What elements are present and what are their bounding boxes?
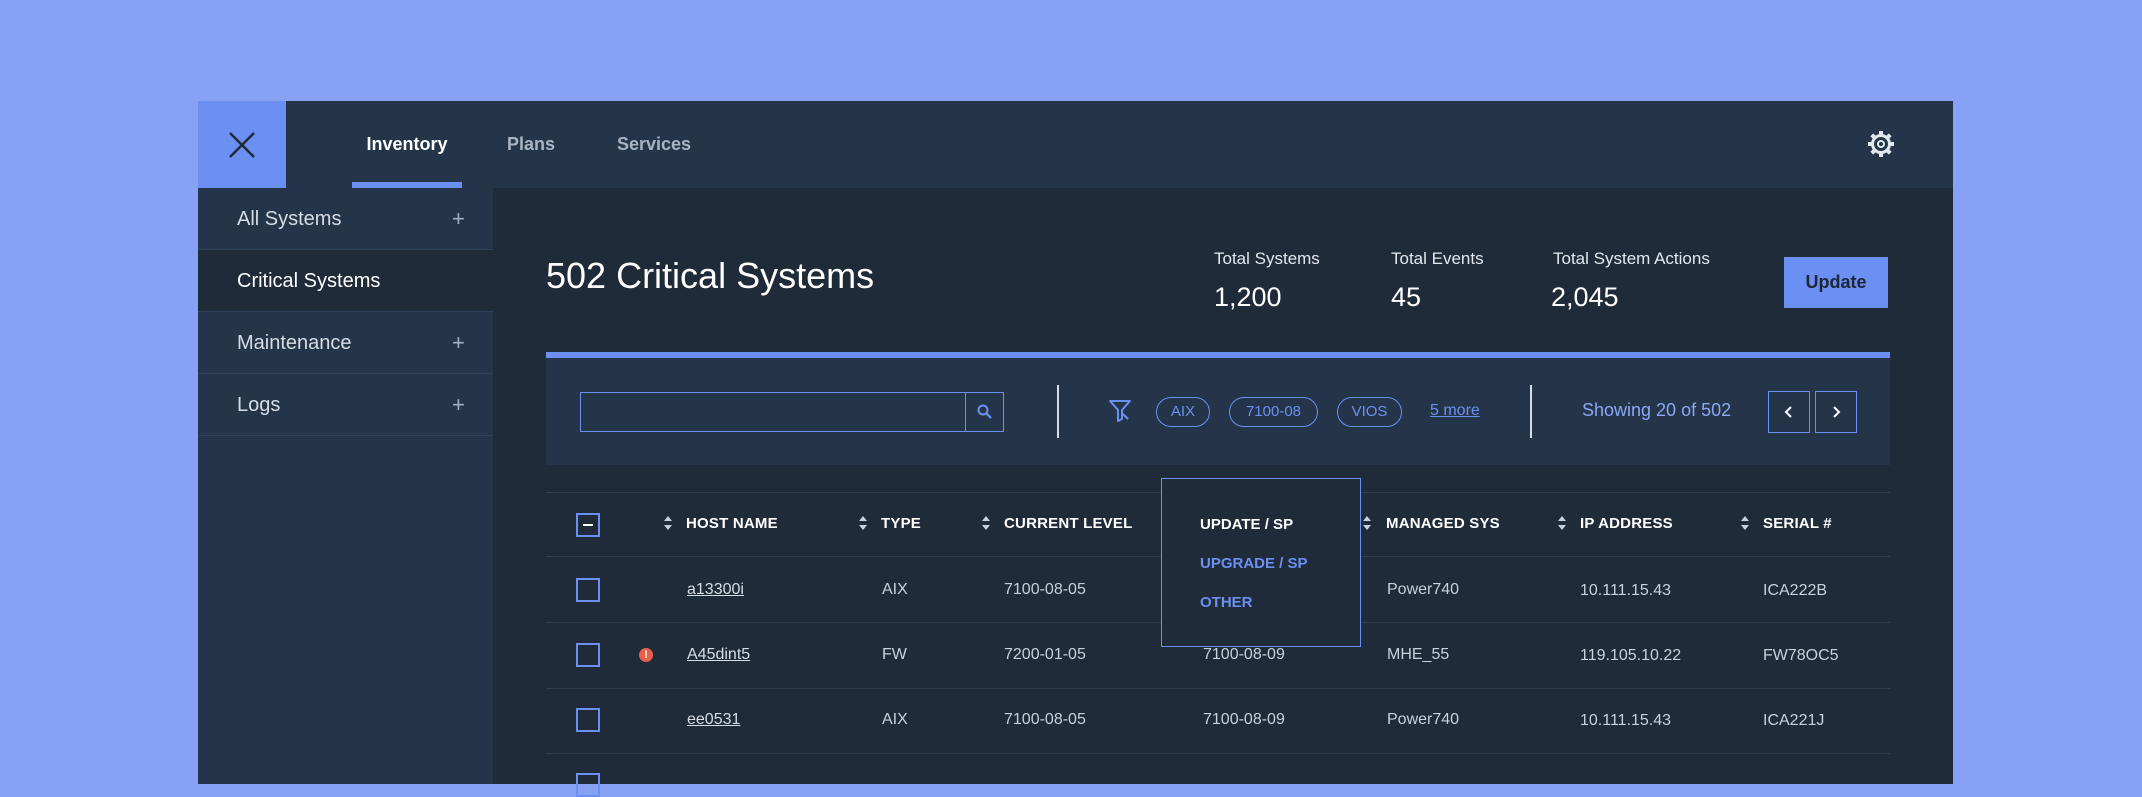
row-checkbox[interactable] [576, 708, 600, 732]
sidebar-item-maintenance[interactable]: Maintenance + [198, 312, 493, 374]
dropdown-item-other[interactable]: OTHER [1200, 594, 1253, 611]
type-cell: FW [882, 646, 907, 663]
close-icon [229, 131, 255, 158]
minus-icon [583, 524, 593, 526]
host-name-link[interactable]: a13300i [687, 581, 744, 599]
sidebar-item-label: All Systems [237, 208, 342, 230]
update-level-cell: 7100-08-09 [1203, 646, 1285, 663]
serial-cell: FW78OC5 [1763, 647, 1839, 664]
top-bar: Inventory Plans Services [198, 101, 1953, 188]
close-button[interactable] [198, 101, 286, 188]
sort-icon[interactable] [663, 514, 673, 532]
search-input[interactable] [580, 392, 1004, 432]
tab-services[interactable]: Services [608, 101, 700, 188]
page-title: 502 Critical Systems [546, 255, 875, 296]
column-header-ip-address[interactable]: IP ADDRESS [1580, 515, 1673, 532]
managed-sys-cell: Power740 [1387, 711, 1460, 728]
sidebar-item-critical-systems[interactable]: Critical Systems [198, 250, 493, 312]
row-checkbox[interactable] [576, 643, 600, 667]
sidebar-item-label: Maintenance [237, 332, 352, 354]
update-button[interactable]: Update [1784, 257, 1888, 308]
sidebar-item-all-systems[interactable]: All Systems + [198, 188, 493, 250]
sidebar-item-label: Critical Systems [237, 270, 381, 292]
current-level-cell: 7100-08-05 [1004, 581, 1086, 598]
sidebar-item-logs[interactable]: Logs + [198, 374, 493, 436]
search-icon[interactable] [975, 402, 995, 422]
ip-address-cell: 10.111.15.43 [1580, 582, 1672, 599]
sort-icon[interactable] [858, 514, 868, 532]
sort-icon[interactable] [1740, 514, 1750, 532]
divider [546, 688, 1890, 689]
stat-value-total-events: 45 [1391, 282, 1422, 312]
serial-cell: ICA222B [1763, 582, 1828, 599]
divider [546, 753, 1890, 754]
gear-icon[interactable] [1866, 129, 1896, 159]
sidebar-item-label: Logs [237, 394, 281, 416]
column-header-type[interactable]: TYPE [881, 515, 921, 532]
column-header-host-name[interactable]: HOST NAME [686, 515, 778, 532]
managed-sys-cell: Power740 [1387, 581, 1460, 598]
managed-sys-cell: MHE_55 [1387, 646, 1450, 663]
tab-plans[interactable]: Plans [498, 101, 564, 188]
select-all-checkbox[interactable] [576, 513, 600, 537]
column-header-serial[interactable]: SERIAL # [1763, 515, 1832, 532]
current-level-cell: 7200-01-05 [1004, 646, 1086, 663]
column-header-managed-sys[interactable]: MANAGED SYS [1386, 515, 1500, 532]
ip-address-cell: 119.105.10.22 [1580, 647, 1682, 664]
stat-label-total-systems: Total Systems [1214, 249, 1320, 268]
divider [1530, 385, 1532, 438]
more-filters-link[interactable]: 5 more [1430, 402, 1480, 420]
sort-icon[interactable] [981, 514, 991, 532]
sort-icon[interactable] [1557, 514, 1567, 532]
filter-pill-aix[interactable]: AIX [1156, 397, 1210, 427]
divider [1057, 385, 1059, 438]
stat-label-total-actions: Total System Actions [1553, 249, 1710, 268]
search-divider [965, 392, 966, 432]
expand-icon[interactable]: + [452, 312, 465, 374]
pagination-status: Showing 20 of 502 [1582, 400, 1732, 420]
serial-cell: ICA221J [1763, 712, 1825, 729]
host-name-link[interactable]: ee0531 [687, 711, 740, 729]
type-cell: AIX [882, 581, 908, 598]
chevron-left-icon [1784, 406, 1792, 418]
current-level-cell: 7100-08-05 [1004, 711, 1086, 728]
error-icon: ! [639, 648, 653, 662]
filter-pill-7100-08[interactable]: 7100-08 [1229, 397, 1318, 427]
host-name-link[interactable]: A45dint5 [687, 646, 750, 664]
filter-icon[interactable] [1108, 398, 1132, 424]
ip-address-cell: 10.111.15.43 [1580, 712, 1672, 729]
dropdown-item-upgrade-sp[interactable]: UPGRADE / SP [1200, 555, 1308, 572]
next-page-button[interactable] [1815, 391, 1857, 433]
row-checkbox[interactable] [576, 578, 600, 602]
dropdown-item-update-sp[interactable]: UPDATE / SP [1200, 516, 1293, 533]
tab-inventory[interactable]: Inventory [352, 101, 462, 188]
stat-value-total-systems: 1,200 [1214, 282, 1282, 312]
sidebar: All Systems + Critical Systems Maintenan… [198, 188, 493, 784]
column-dropdown-menu: UPDATE / SP UPGRADE / SP OTHER [1161, 478, 1361, 647]
expand-icon[interactable]: + [452, 188, 465, 250]
stat-label-total-events: Total Events [1391, 249, 1484, 268]
filter-pill-vios[interactable]: VIOS [1337, 397, 1402, 427]
update-level-cell: 7100-08-09 [1203, 711, 1285, 728]
type-cell: AIX [882, 711, 908, 728]
prev-page-button[interactable] [1768, 391, 1810, 433]
expand-icon[interactable]: + [452, 374, 465, 436]
sort-icon[interactable] [1362, 514, 1372, 532]
row-checkbox[interactable] [576, 773, 600, 797]
column-header-current-level[interactable]: CURRENT LEVEL [1004, 515, 1132, 532]
chevron-right-icon [1833, 406, 1841, 418]
stat-value-total-actions: 2,045 [1551, 282, 1619, 312]
